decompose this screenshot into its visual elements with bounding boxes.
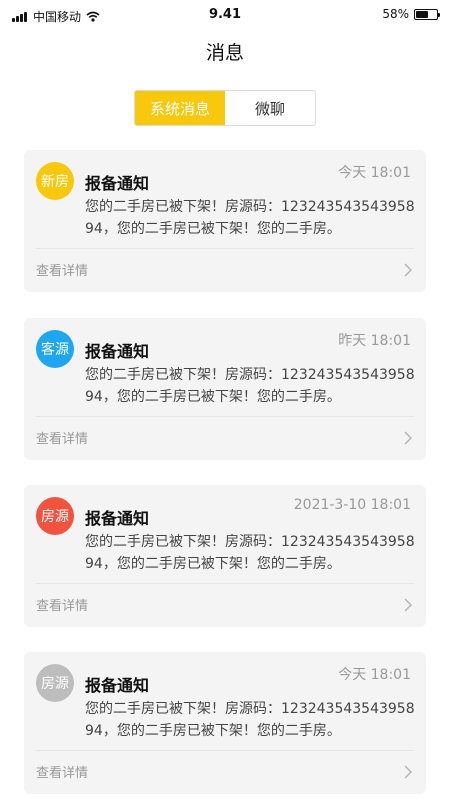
message-title: 报备通知 [85, 342, 150, 361]
message-title: 报备通知 [85, 676, 150, 695]
message-time: 今天 18:01 [338, 165, 411, 181]
view-details-link[interactable]: 查看详情 [36, 260, 88, 279]
category-avatar: 新房 [36, 162, 74, 200]
message-card[interactable]: 房源 报备通知 今天 18:01 您的二手房已被下架！房源码：123243543543… [24, 652, 426, 794]
tab-system-messages[interactable]: 系统消息 [135, 91, 225, 125]
tab-bar: 系统消息 微聊 [134, 90, 316, 126]
message-body: 您的二手房已被下架！房源码：12324354354395894，您的二手房已被下… [85, 701, 415, 739]
message-title: 报备通知 [85, 509, 150, 528]
page-title: 消息 [205, 42, 244, 64]
category-avatar: 房源 [36, 664, 74, 702]
divider [36, 750, 414, 751]
chevron-right-icon[interactable] [402, 263, 414, 277]
battery-percent: 58% [382, 7, 409, 21]
divider [36, 416, 414, 417]
message-time: 昨天 18:01 [338, 333, 411, 349]
view-details-link[interactable]: 查看详情 [36, 762, 88, 781]
status-right: 58% [382, 7, 440, 21]
message-card[interactable]: 房源 报备通知 2021-3-10 18:01 您的二手房已被下架！房源码：12324… [24, 485, 426, 627]
message-body: 您的二手房已被下架！房源码：12324354354395894，您的二手房已被下… [85, 199, 415, 237]
message-card[interactable]: 新房 报备通知 今天 18:01 您的二手房已被下架！房源码：123243543543… [24, 150, 426, 292]
chevron-right-icon[interactable] [402, 598, 414, 612]
tab-chat[interactable]: 微聊 [225, 91, 315, 125]
message-body: 您的二手房已被下架！房源码：12324354354395894，您的二手房已被下… [85, 534, 415, 572]
chevron-right-icon[interactable] [402, 431, 414, 445]
message-time: 2021-3-10 18:01 [293, 497, 411, 513]
divider [36, 248, 414, 249]
message-card[interactable]: 客源 报备通知 昨天 18:01 您的二手房已被下架！房源码：123243543543… [24, 318, 426, 460]
category-avatar: 房源 [36, 497, 74, 535]
status-bar: 中国移动 9.41 58% [0, 0, 450, 32]
message-title: 报备通知 [85, 174, 150, 193]
message-time: 今天 18:01 [338, 667, 411, 683]
chevron-right-icon[interactable] [402, 765, 414, 779]
battery-icon [414, 8, 440, 20]
view-details-link[interactable]: 查看详情 [36, 428, 88, 447]
divider [36, 583, 414, 584]
view-details-link[interactable]: 查看详情 [36, 595, 88, 614]
message-body: 您的二手房已被下架！房源码：12324354354395894，您的二手房已被下… [85, 367, 415, 405]
category-avatar: 客源 [36, 330, 74, 368]
